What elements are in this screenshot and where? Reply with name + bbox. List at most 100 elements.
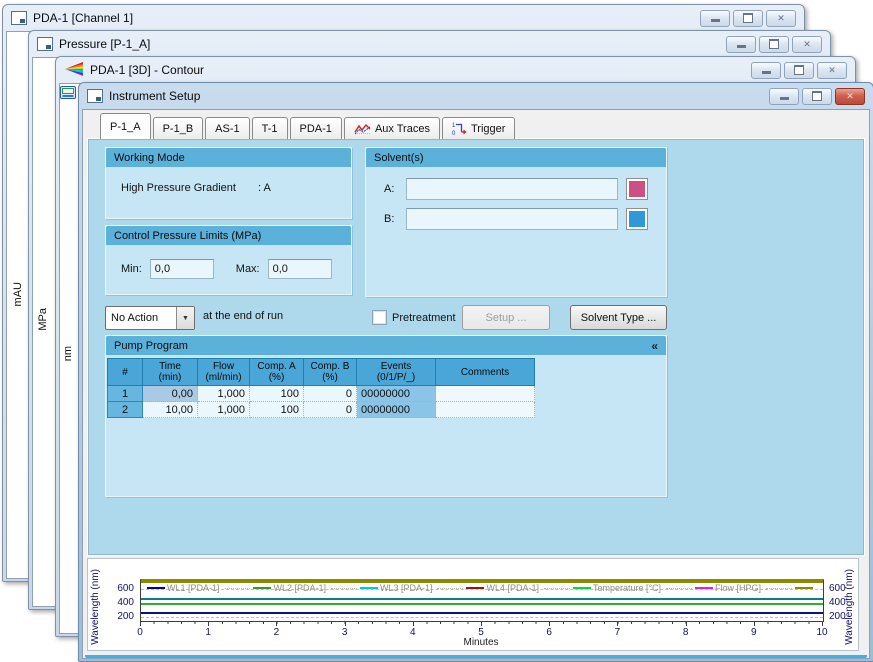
restore-button[interactable] — [733, 10, 763, 27]
close-button[interactable]: ✕ — [792, 36, 822, 53]
y-tick-label-left: 400 — [108, 597, 134, 608]
window-icon — [87, 89, 103, 103]
contour-rainbow-icon — [64, 62, 84, 79]
solvent-b-label: B: — [384, 213, 394, 225]
window-title: PDA-1 [3D] - Contour — [90, 63, 204, 77]
end-of-run-dropdown[interactable]: No Action ▼ — [105, 306, 195, 330]
group-header: Control Pressure Limits (MPa) — [114, 230, 261, 242]
chevron-down-icon: ▼ — [176, 307, 194, 329]
tab-t-1[interactable]: T-1 — [252, 117, 288, 139]
y-tick-label-right: 200 — [829, 611, 855, 622]
svg-text:1: 1 — [452, 123, 456, 129]
titlebar-instrument-setup[interactable]: Instrument Setup ✕ — [82, 83, 870, 109]
trace-line — [141, 598, 823, 600]
x-tick — [413, 621, 414, 626]
close-button[interactable]: ✕ — [835, 88, 865, 105]
table-cell[interactable]: 10,00 — [143, 402, 198, 418]
table-cell[interactable] — [436, 386, 535, 402]
y-tick-label-right: 400 — [829, 597, 855, 608]
column-header-flow: Flow(ml/min) — [198, 359, 250, 386]
y-tick-label-left: 600 — [108, 583, 134, 594]
minimize-button[interactable] — [769, 88, 799, 105]
minimize-button[interactable] — [726, 36, 756, 53]
column-header-comp-b: Comp. B(%) — [304, 359, 357, 386]
table-cell[interactable]: 1,000 — [198, 402, 250, 418]
table-cell[interactable]: 100 — [250, 386, 304, 402]
pretreatment-checkbox[interactable] — [372, 310, 387, 325]
contour-toolbar-icon[interactable] — [60, 86, 76, 104]
solvent-b-color-swatch[interactable] — [626, 208, 648, 230]
tab-label: PDA-1 — [300, 123, 332, 135]
table-cell[interactable]: 0,00 — [143, 386, 198, 402]
legend-label: WL3 [PDA-1] — [380, 583, 433, 593]
table-cell[interactable]: 1,000 — [198, 386, 250, 402]
gridline-200 — [141, 617, 823, 618]
end-of-run-label: at the end of run — [203, 310, 283, 322]
legend-leader — [766, 588, 792, 589]
axis-label-mpa: MPa — [37, 308, 49, 331]
close-button[interactable]: ✕ — [766, 10, 796, 27]
table-cell[interactable]: 00000000 — [357, 386, 436, 402]
window-title: Instrument Setup — [109, 89, 200, 103]
restore-button[interactable] — [759, 36, 789, 53]
column-header-events: Events(0/1/P/_) — [357, 359, 436, 386]
tab-pda-1[interactable]: PDA-1 — [290, 117, 342, 139]
solvent-type-button[interactable]: Solvent Type ... — [570, 305, 667, 330]
table-cell[interactable] — [436, 402, 535, 418]
minimize-button[interactable] — [751, 62, 781, 79]
setup-button[interactable]: Setup ... — [462, 305, 550, 330]
legend-sample — [147, 587, 165, 589]
row-number-cell: 2 — [108, 402, 143, 418]
titlebar-pda1-channel1[interactable]: PDA-1 [Channel 1] ✕ — [6, 5, 801, 31]
legend-leader — [225, 588, 251, 589]
group-header: Pump Program — [114, 340, 188, 352]
close-button[interactable]: ✕ — [817, 62, 847, 79]
min-pressure-input[interactable] — [150, 259, 214, 279]
collapse-button[interactable]: « — [651, 339, 658, 353]
table-cell[interactable]: 0 — [304, 386, 357, 402]
x-axis-title: Minutes — [140, 637, 822, 648]
solvent-a-input[interactable] — [406, 178, 618, 200]
table-row: 10,001,000100000000000 — [108, 386, 535, 402]
x-tick — [481, 621, 482, 626]
solvent-a-color-swatch[interactable] — [626, 178, 648, 200]
tab-label: Aux Traces — [375, 123, 430, 135]
axis-label-mau: mAU — [12, 282, 24, 306]
tab-label: T-1 — [262, 123, 278, 135]
x-tick — [276, 621, 277, 626]
max-label: Max: — [236, 263, 260, 275]
group-pressure-limits: Control Pressure Limits (MPa) Min: Max: — [105, 225, 352, 295]
dropdown-value: No Action — [106, 312, 176, 324]
window-title: Pressure [P-1_A] — [59, 37, 150, 51]
legend-leader — [437, 588, 463, 589]
table-cell[interactable]: 100 — [250, 402, 304, 418]
solvent-b-input[interactable] — [406, 208, 618, 230]
group-pump-program: Pump Program « #Time(min)Flow(ml/min) Com… — [105, 335, 667, 497]
restore-button[interactable] — [784, 62, 814, 79]
x-tick — [754, 621, 755, 626]
x-tick — [549, 621, 550, 626]
trace-line — [141, 603, 823, 605]
x-tick — [686, 621, 687, 626]
table-cell[interactable]: 00000000 — [357, 402, 436, 418]
titlebar-contour[interactable]: PDA-1 [3D] - Contour ✕ — [59, 57, 852, 83]
tab-aux-traces[interactable]: Aux Traces — [344, 117, 440, 139]
tab-label: Trigger — [471, 123, 505, 135]
solvent-a-label: A: — [384, 183, 394, 195]
max-pressure-input[interactable] — [268, 259, 332, 279]
column-header-time: Time(min) — [143, 359, 198, 386]
tab-p-1-b[interactable]: P-1_B — [153, 117, 204, 139]
tab-strip: P-1_AP-1_BAS-1 T-1 PDA-1 Aux Traces 10Trigge… — [100, 114, 517, 139]
tab-trigger[interactable]: 10Trigger — [442, 117, 515, 139]
legend-sample — [360, 587, 378, 589]
minimize-button[interactable] — [700, 10, 730, 27]
titlebar-pressure[interactable]: Pressure [P-1_A] ✕ — [32, 31, 827, 57]
table-cell[interactable]: 0 — [304, 402, 357, 418]
working-mode-value: : A — [258, 182, 271, 194]
tab-p-1-a[interactable]: P-1_A — [100, 113, 151, 139]
y-tick-label-right: 600 — [829, 583, 855, 594]
tab-as-1[interactable]: AS-1 — [205, 117, 249, 139]
y-axis-label-left: Wavelength (nm) — [90, 569, 101, 645]
restore-button[interactable] — [802, 88, 832, 105]
column-header--: # — [108, 359, 143, 386]
